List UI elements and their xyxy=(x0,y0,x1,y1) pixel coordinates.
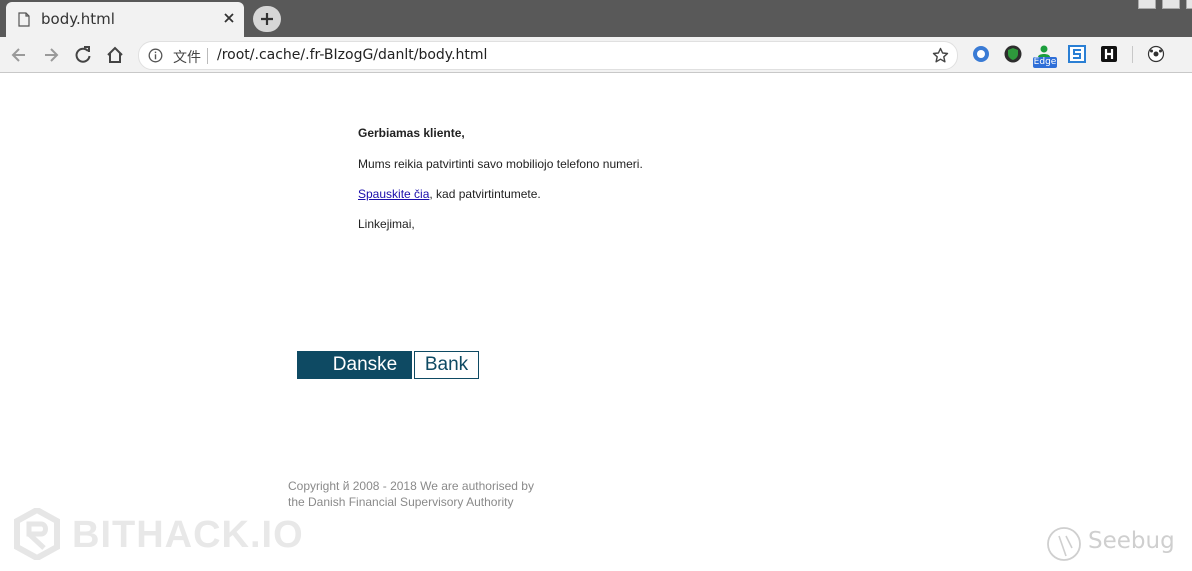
new-tab-button[interactable] xyxy=(253,6,281,32)
seebug-watermark: Seebug xyxy=(1046,524,1175,569)
closing-text: Linkejimai, xyxy=(358,217,415,231)
url-text[interactable]: /root/.cache/.fr-BIzogG/danlt/body.html xyxy=(217,47,487,63)
copyright-line1: Copyright й 2008 - 2018 We are authorise… xyxy=(288,479,534,493)
bithack-watermark-text: BITHACK.IO xyxy=(72,514,304,556)
browser-toolbar: 文件 /root/.cache/.fr-BIzogG/danlt/body.ht… xyxy=(0,37,1192,73)
body-text-line2: Spauskite čia, kad patvirtintumete. xyxy=(358,187,541,201)
back-arrow-icon[interactable] xyxy=(9,45,29,65)
body-text-line1: Mums reikia patvirtinti savo mobiliojo t… xyxy=(358,157,643,171)
maximize-window-button[interactable] xyxy=(1162,0,1180,9)
plus-icon xyxy=(261,13,273,25)
copyright-line2: the Danish Financial Supervisory Authori… xyxy=(288,495,514,509)
logo-danske: Danske xyxy=(297,351,412,379)
greeting-text: Gerbiamas kliente, xyxy=(358,126,465,140)
close-window-button[interactable] xyxy=(1186,0,1192,9)
tab-body-html[interactable]: body.html xyxy=(6,2,244,37)
bithack-watermark: BITHACK.IO xyxy=(14,506,303,562)
seebug-logo-icon xyxy=(1047,527,1081,561)
logo-bank: Bank xyxy=(414,351,479,379)
confirm-link[interactable]: Spauskite čia xyxy=(358,187,429,201)
scheme-label: 文件 xyxy=(173,50,201,66)
document-icon xyxy=(18,12,30,27)
toolbar-divider xyxy=(1132,46,1133,63)
s-extension-icon[interactable] xyxy=(1068,45,1086,63)
reload-icon[interactable] xyxy=(73,45,93,65)
body-text-line2-rest: , kad patvirtintumete. xyxy=(429,187,541,201)
edge-badge: Edge xyxy=(1033,57,1057,68)
bithack-logo-icon xyxy=(14,506,60,562)
tab-title: body.html xyxy=(41,10,115,28)
info-icon[interactable] xyxy=(148,48,163,63)
address-bar[interactable]: 文件 /root/.cache/.fr-BIzogG/danlt/body.ht… xyxy=(138,41,958,70)
soccer-extension-icon[interactable] xyxy=(1147,45,1165,63)
close-icon[interactable] xyxy=(222,11,236,25)
bookmark-star-icon[interactable] xyxy=(932,47,949,64)
copyright-footer: Copyright й 2008 - 2018 We are authorise… xyxy=(288,478,534,510)
home-icon[interactable] xyxy=(105,45,125,65)
danske-bank-logo: Danske Bank xyxy=(297,351,480,379)
shield-extension-icon[interactable] xyxy=(1004,45,1022,63)
address-separator xyxy=(207,48,208,64)
minimize-window-button[interactable] xyxy=(1138,0,1156,9)
tab-strip: body.html xyxy=(0,0,1192,37)
circle-extension-icon[interactable] xyxy=(972,45,990,63)
h-extension-icon[interactable] xyxy=(1100,45,1118,63)
seebug-watermark-text: Seebug xyxy=(1088,528,1175,554)
forward-arrow-icon[interactable] xyxy=(41,45,61,65)
